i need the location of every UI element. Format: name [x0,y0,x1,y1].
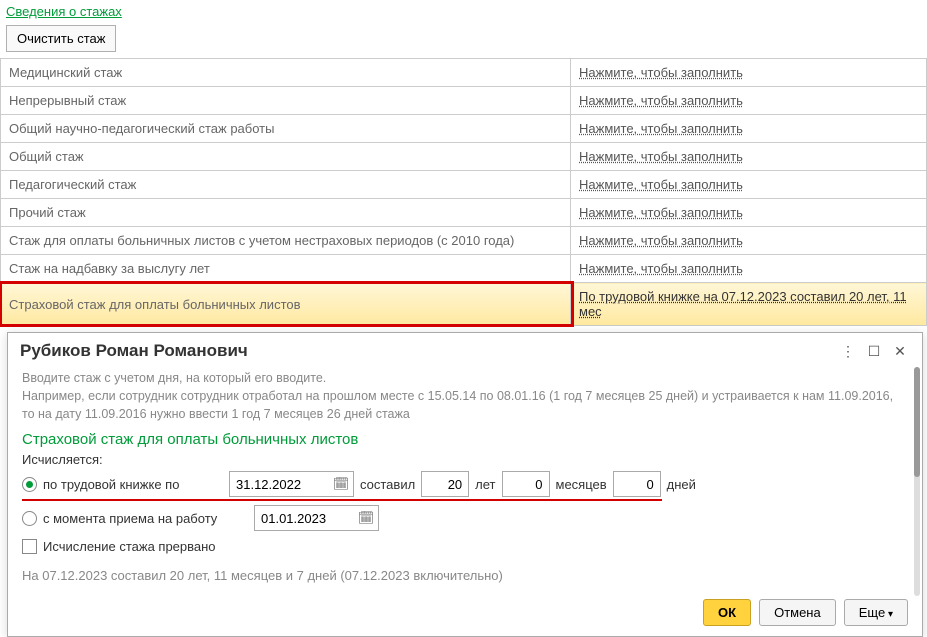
radio-hiredate-label: с момента приема на работу [43,511,248,526]
seniority-name: Стаж на надбавку за выслугу лет [1,255,571,283]
label-years: лет [475,477,495,492]
days-input[interactable] [613,471,661,497]
maximize-icon[interactable]: ☐ [864,341,884,361]
fill-link[interactable]: Нажмите, чтобы заполнить [579,65,743,80]
seniority-name: Медицинский стаж [1,59,571,87]
seniority-name[interactable]: Страховой стаж для оплаты больничных лис… [1,283,571,326]
label-days: дней [667,477,696,492]
more-button[interactable]: Еще [844,599,908,626]
seniority-info-link[interactable]: Сведения о стажах [0,0,128,23]
interrupted-row: Исчисление стажа прервано [22,539,908,554]
fill-link[interactable]: Нажмите, чтобы заполнить [579,177,743,192]
calc-label: Исчисляется: [22,452,908,467]
interrupted-checkbox[interactable] [22,539,37,554]
interrupted-label: Исчисление стажа прервано [43,539,216,554]
dialog-title: Рубиков Роман Романович [20,341,832,361]
radio-workbook-label: по трудовой книжке по [43,477,223,492]
option-row-workbook: по трудовой книжке по 🗓 составил лет мес… [22,471,908,497]
seniority-name: Общий научно-педагогический стаж работы [1,115,571,143]
fill-link[interactable]: Нажмите, чтобы заполнить [579,93,743,108]
seniority-name: Общий стаж [1,143,571,171]
fill-link[interactable]: Нажмите, чтобы заполнить [579,121,743,136]
table-row-selected: Страховой стаж для оплаты больничных лис… [1,283,927,326]
label-made: составил [360,477,415,492]
table-row: Общий стаж Нажмите, чтобы заполнить [1,143,927,171]
result-text: На 07.12.2023 составил 20 лет, 11 месяце… [22,568,908,583]
calendar-icon[interactable]: 🗓 [330,473,352,495]
seniority-name: Стаж для оплаты больничных листов с учет… [1,227,571,255]
table-row: Непрерывный стаж Нажмите, чтобы заполнить [1,87,927,115]
fill-link[interactable]: Нажмите, чтобы заполнить [579,149,743,164]
seniority-name: Педагогический стаж [1,171,571,199]
label-months: месяцев [556,477,607,492]
ok-button[interactable]: ОК [703,599,751,626]
kebab-icon[interactable]: ⋮ [838,341,858,361]
seniority-table: Медицинский стаж Нажмите, чтобы заполнить… [0,58,927,326]
months-input[interactable] [502,471,550,497]
help-text: Вводите стаж с учетом дня, на который ег… [22,369,908,423]
seniority-name: Прочий стаж [1,199,571,227]
years-input[interactable] [421,471,469,497]
fill-link[interactable]: Нажмите, чтобы заполнить [579,233,743,248]
fill-link[interactable]: Нажмите, чтобы заполнить [579,261,743,276]
seniority-dialog: Рубиков Роман Романович ⋮ ☐ ✕ Вводите ст… [7,332,923,637]
seniority-summary-link[interactable]: По трудовой книжке на 07.12.2023 состави… [579,289,907,319]
clear-seniority-button[interactable]: Очистить стаж [6,25,116,52]
section-title: Страховой стаж для оплаты больничных лис… [22,431,908,448]
table-row: Стаж для оплаты больничных листов с учет… [1,227,927,255]
calendar-icon[interactable]: 🗓 [355,507,377,529]
close-icon[interactable]: ✕ [890,341,910,361]
radio-workbook[interactable] [22,477,37,492]
highlight-underline [22,499,662,501]
table-row: Прочий стаж Нажмите, чтобы заполнить [1,199,927,227]
table-row: Стаж на надбавку за выслугу лет Нажмите, … [1,255,927,283]
fill-link[interactable]: Нажмите, чтобы заполнить [579,205,743,220]
cancel-button[interactable]: Отмена [759,599,836,626]
radio-hiredate[interactable] [22,511,37,526]
option-row-hiredate: с момента приема на работу 🗓 [22,505,908,531]
table-row: Медицинский стаж Нажмите, чтобы заполнить [1,59,927,87]
table-row: Общий научно-педагогический стаж работы Н… [1,115,927,143]
seniority-name: Непрерывный стаж [1,87,571,115]
table-row: Педагогический стаж Нажмите, чтобы заполн… [1,171,927,199]
